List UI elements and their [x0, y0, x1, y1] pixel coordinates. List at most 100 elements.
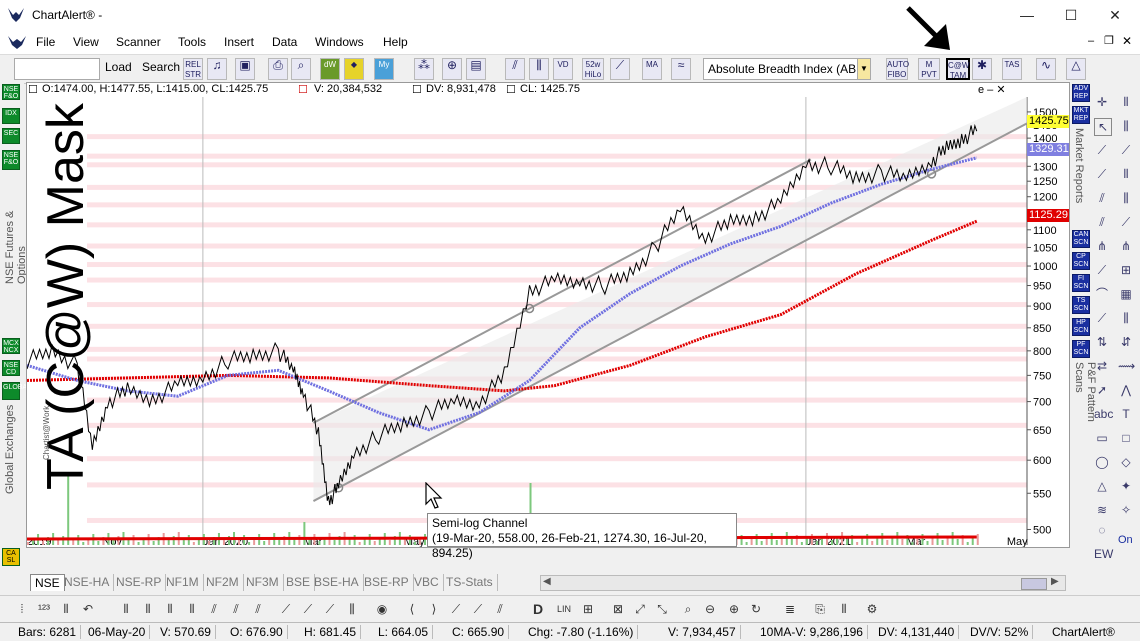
tab-nf1m[interactable]: NF1M [162, 574, 204, 591]
mdi-minimize-button[interactable]: – [1088, 35, 1094, 47]
dw-icon[interactable]: dW [320, 58, 340, 80]
tab-ts-stats[interactable]: TS-Stats [442, 574, 498, 591]
settings-icon[interactable]: ⚙ [864, 601, 880, 617]
tool-i-icon[interactable]: ⟋ [470, 601, 486, 617]
tool-h-icon[interactable]: ⟋ [448, 601, 464, 617]
mkt-rep-button[interactable]: MKT REP [1072, 106, 1090, 124]
copy-icon[interactable]: ⎘ [812, 601, 828, 617]
abc-icon[interactable]: abc [1094, 406, 1113, 422]
load-button[interactable]: Load [105, 60, 132, 74]
crosshair-icon[interactable]: ✛ [1094, 94, 1110, 110]
minimize-button[interactable]: — [1004, 4, 1050, 26]
ns-icon[interactable]: ⇅ [1094, 334, 1110, 350]
ray-icon[interactable]: ⟋ [1094, 166, 1110, 182]
tool-j-icon[interactable]: ⫽ [492, 601, 508, 617]
vlines2-icon[interactable]: ⦀ [140, 601, 156, 617]
list-icon[interactable]: ≣ [782, 601, 798, 617]
checkbox-icon[interactable]: ☐ [28, 83, 38, 96]
ma-button[interactable]: MA [642, 58, 662, 80]
tool-d-icon[interactable]: ⫼ [344, 601, 360, 617]
pitchfork-icon[interactable]: ⋔ [1094, 238, 1110, 254]
trendline-icon[interactable]: ⟋ [1094, 142, 1110, 158]
zoom-fit-icon[interactable]: ⊠ [610, 601, 626, 617]
refresh-icon[interactable]: ↻ [748, 601, 764, 617]
tool-c-icon[interactable]: ⟋ [322, 601, 338, 617]
hp-scn-button[interactable]: HP SCN [1072, 318, 1090, 336]
menu-help[interactable]: Help [383, 35, 408, 49]
zoom-icon[interactable]: ⌕ [680, 601, 696, 617]
grid2-icon[interactable]: ⊞ [1118, 262, 1134, 278]
tab-vbc[interactable]: VBC [410, 574, 444, 591]
chart-type-icon[interactable]: ♫ [207, 58, 227, 80]
menu-insert[interactable]: Insert [224, 35, 254, 49]
cl-checkbox[interactable]: ☐ [506, 83, 516, 96]
panel-icon[interactable]: ▤ [466, 58, 486, 80]
tab-nse-ha[interactable]: NSE-HA [60, 574, 115, 591]
adv-rep-button[interactable]: ADV REP [1072, 84, 1090, 102]
tab-nse-rp[interactable]: NSE-RP [112, 574, 167, 591]
save-icon[interactable]: ▣ [235, 58, 255, 80]
tab-nf3m[interactable]: NF3M [242, 574, 284, 591]
menu-tools[interactable]: Tools [178, 35, 206, 49]
parallel-icon[interactable]: ⫽ [1094, 214, 1110, 230]
print-icon[interactable]: ⎙ [268, 58, 288, 80]
grid-icon[interactable]: ⁂ [414, 58, 434, 80]
d-icon[interactable]: D [530, 601, 546, 617]
sec-button[interactable]: SEC [2, 128, 20, 144]
volume-icon[interactable]: ⫽ [505, 58, 525, 80]
vlines3-icon[interactable]: ⦀ [162, 601, 178, 617]
menu-view[interactable]: View [73, 35, 99, 49]
horizontal-scrollbar[interactable]: ◀ ▶ [540, 575, 1066, 591]
chart-window[interactable]: 500 550 600 650 700 750 800 850 900 950 1000 1050 11… [26, 82, 1070, 548]
star2-icon[interactable]: ✧ [1118, 502, 1134, 518]
m-pvt-button[interactable]: M PVT [918, 58, 940, 80]
tool-a-icon[interactable]: ⟋ [278, 601, 294, 617]
casl-button[interactable]: CA SL [2, 548, 20, 566]
scroll-thumb[interactable] [1021, 578, 1047, 590]
text2-icon[interactable]: T [1118, 406, 1134, 422]
bars2-icon[interactable]: ⦀ [1118, 166, 1134, 182]
tool-e-icon[interactable]: ◉ [374, 601, 390, 617]
chart-window-controls[interactable]: e – ✕ [978, 83, 1006, 96]
chevron-down-icon[interactable]: ▼ [857, 59, 870, 79]
shapes-icon[interactable]: △ [1066, 58, 1086, 80]
tool-b-icon[interactable]: ⟋ [300, 601, 316, 617]
wave-icon[interactable]: ∿ [1036, 58, 1056, 80]
global-button[interactable]: GLOBAL [2, 382, 31, 400]
bars-icon[interactable]: ⫼ [529, 58, 549, 80]
grid-toggle-icon[interactable]: ⊞ [580, 601, 596, 617]
mdi-restore-button[interactable]: ❐ [1104, 34, 1114, 47]
print-preview-icon[interactable]: ⌕ [291, 58, 311, 80]
nse-fo2-button[interactable]: NSE F&O [2, 150, 20, 170]
envelope-icon[interactable]: ≈ [671, 58, 691, 80]
search-button[interactable]: Search [142, 60, 180, 74]
fib-icon[interactable]: ⫼ [1118, 190, 1134, 206]
ellipse-icon[interactable]: ◯ [1094, 454, 1110, 470]
pattern3-icon[interactable]: ⫽ [250, 601, 266, 617]
lin-icon[interactable]: LIN [556, 601, 572, 617]
ts-scn-button[interactable]: TS SCN [1072, 296, 1090, 314]
zigzag-icon[interactable]: ⟿ [1118, 358, 1135, 374]
line-tool-icon[interactable]: ⟋ [610, 58, 630, 80]
triangle-icon[interactable]: △ [1094, 478, 1110, 494]
tab-bse-rp[interactable]: BSE-RP [360, 574, 414, 591]
tas-button[interactable]: TAS [1002, 58, 1022, 80]
trend2-icon[interactable]: ⟋ [1118, 142, 1134, 158]
cycle-icon[interactable]: ◌ [1094, 522, 1110, 538]
speed-icon[interactable]: ⟋ [1118, 214, 1134, 230]
ab-icon[interactable]: ✱ [972, 58, 992, 80]
nse-fo-button[interactable]: NSE F&O [2, 84, 20, 100]
pf-scn-button[interactable]: PF SCN [1072, 340, 1090, 358]
fan-icon[interactable]: ⟋ [1094, 262, 1110, 278]
vlines4-icon[interactable]: ⦀ [184, 601, 200, 617]
vlines-icon[interactable]: ⦀ [118, 601, 134, 617]
channel-icon[interactable]: ⫽ [1094, 190, 1110, 206]
hlines-icon[interactable]: ⫼ [1118, 118, 1134, 134]
arc-icon[interactable]: ⌒ [1094, 286, 1110, 302]
zoom-in-icon[interactable]: ⊕ [726, 601, 742, 617]
arrow-tool-icon[interactable]: ➚ [1094, 382, 1110, 398]
lines-icon[interactable]: ⫼ [1118, 310, 1134, 326]
price-chart[interactable]: 500 550 600 650 700 750 800 850 900 950 1000 1050 11… [26, 83, 1069, 548]
tool-f-icon[interactable]: ⟨ [404, 601, 420, 617]
undo-icon[interactable]: ↶ [80, 601, 96, 617]
